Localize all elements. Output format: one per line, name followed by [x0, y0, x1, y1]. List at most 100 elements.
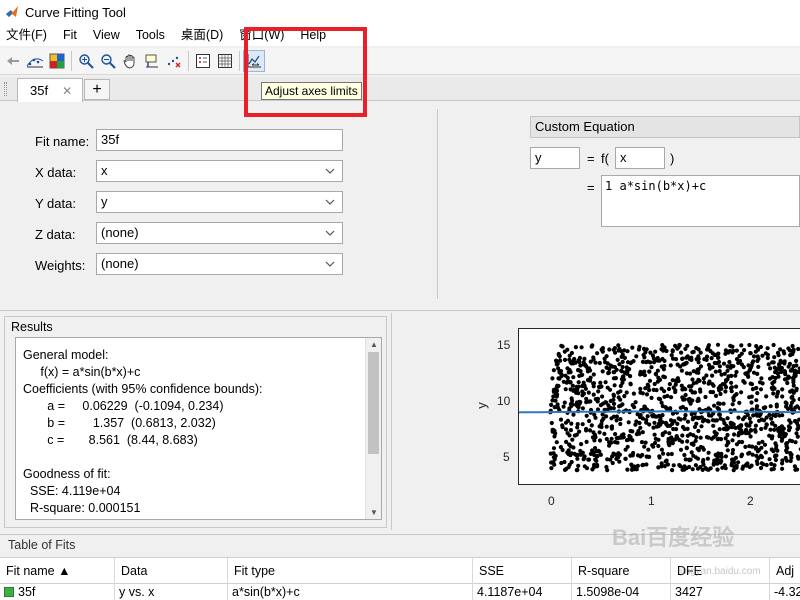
menu-file[interactable]: 文件(F) — [0, 24, 55, 46]
data-point — [597, 430, 602, 435]
pan-hand-icon[interactable] — [119, 50, 141, 72]
zoom-in-icon[interactable] — [75, 50, 97, 72]
data-point — [682, 416, 687, 421]
results-text[interactable]: General model: f(x) = a*sin(b*x)+c Coeff… — [15, 337, 382, 520]
data-point — [736, 424, 741, 429]
tab-35f[interactable]: 35f ✕ — [17, 78, 83, 102]
data-point — [652, 432, 657, 437]
col-r-square[interactable]: R-square — [572, 558, 671, 585]
data-point — [755, 391, 760, 396]
col-sse[interactable]: SSE — [473, 558, 572, 585]
zoom-out-icon[interactable] — [97, 50, 119, 72]
data-point — [611, 401, 617, 406]
menu-tools[interactable]: Tools — [128, 24, 173, 46]
data-point — [794, 358, 799, 363]
menu-window[interactable]: 窗口(W) — [231, 24, 292, 46]
data-point — [713, 369, 718, 374]
data-point — [678, 405, 683, 410]
menu-view[interactable]: View — [85, 24, 128, 46]
data-point — [609, 424, 615, 429]
plot-axes[interactable] — [518, 328, 800, 485]
data-point — [579, 442, 584, 447]
adjust-axes-limits-icon[interactable] — [243, 50, 265, 72]
data-point — [574, 400, 580, 405]
data-point — [791, 383, 796, 388]
col-adj[interactable]: Adj — [770, 558, 800, 585]
exclude-outliers-icon[interactable] — [163, 50, 185, 72]
data-point — [758, 387, 764, 392]
col-data[interactable]: Data — [115, 558, 228, 585]
data-point — [765, 346, 770, 351]
y-data-select[interactable]: y — [96, 191, 343, 213]
data-point — [711, 423, 716, 428]
independent-var-input[interactable]: x — [615, 147, 665, 169]
scatter-plot — [519, 342, 800, 473]
data-point — [725, 432, 730, 438]
data-point — [631, 450, 636, 456]
data-point — [739, 454, 744, 459]
col-fit-type[interactable]: Fit type — [228, 558, 473, 585]
fit-options-icon[interactable] — [24, 50, 46, 72]
fit-type-select[interactable]: Custom Equation — [530, 116, 800, 138]
data-point — [640, 391, 645, 396]
toolbar-separator — [188, 51, 189, 71]
data-point — [673, 389, 678, 395]
data-point — [642, 404, 647, 409]
result-line: General model: — [23, 348, 109, 362]
menu-desktop[interactable]: 桌面(D) — [173, 24, 231, 46]
scroll-down-icon[interactable]: ▼ — [370, 508, 378, 517]
legend-icon[interactable] — [192, 50, 214, 72]
dependent-var-input[interactable]: y — [530, 147, 580, 169]
data-point — [762, 442, 768, 447]
data-point — [669, 451, 674, 457]
data-point — [683, 457, 688, 462]
data-point — [718, 391, 723, 397]
menu-help[interactable]: Help — [292, 24, 334, 46]
scroll-up-icon[interactable]: ▲ — [370, 340, 378, 349]
data-point — [726, 440, 731, 445]
x-data-select[interactable]: x — [96, 160, 343, 182]
data-point — [732, 457, 737, 462]
z-data-select[interactable]: (none) — [96, 222, 343, 244]
data-point — [564, 466, 569, 471]
data-point — [610, 454, 615, 459]
add-tab-button[interactable]: + — [84, 79, 110, 100]
data-point — [664, 421, 669, 426]
fit-name-input[interactable]: 35f — [96, 129, 343, 151]
close-icon[interactable]: ✕ — [62, 84, 72, 98]
data-point — [693, 455, 698, 460]
data-point — [675, 421, 680, 426]
scrollbar-thumb[interactable] — [368, 352, 379, 454]
data-point — [601, 416, 606, 421]
weights-select[interactable]: (none) — [96, 253, 343, 275]
data-point — [694, 421, 699, 426]
panel-divider — [437, 109, 438, 299]
table-row[interactable]: 35f y vs. x a*sin(b*x)+c 4.1187e+04 1.50… — [0, 584, 800, 600]
data-point — [690, 377, 695, 382]
grid-icon[interactable] — [214, 50, 236, 72]
data-point — [679, 368, 684, 373]
data-point — [763, 425, 768, 430]
data-point — [787, 375, 792, 380]
data-point — [618, 421, 623, 427]
fit-name-label: Fit name: — [35, 134, 90, 149]
data-point — [796, 346, 800, 352]
data-point — [708, 349, 713, 354]
data-point — [723, 379, 729, 384]
y-tick-label: 5 — [503, 450, 510, 464]
data-cursor-icon[interactable] — [141, 50, 163, 72]
color-map-icon[interactable] — [46, 50, 68, 72]
data-point — [581, 360, 586, 365]
data-point — [777, 425, 782, 431]
fit-curve — [519, 410, 800, 414]
data-point — [549, 420, 554, 426]
data-point — [772, 427, 777, 432]
data-point — [580, 389, 585, 394]
data-point — [608, 398, 613, 404]
vertical-scrollbar[interactable]: ▲ ▼ — [365, 338, 381, 519]
back-arrow-icon[interactable] — [2, 50, 24, 72]
equation-editor[interactable]: 1 a*sin(b*x)+c — [601, 175, 800, 227]
menu-fit[interactable]: Fit — [55, 24, 85, 46]
data-point — [549, 460, 554, 465]
col-fit-name[interactable]: Fit name ▲ — [0, 558, 115, 585]
